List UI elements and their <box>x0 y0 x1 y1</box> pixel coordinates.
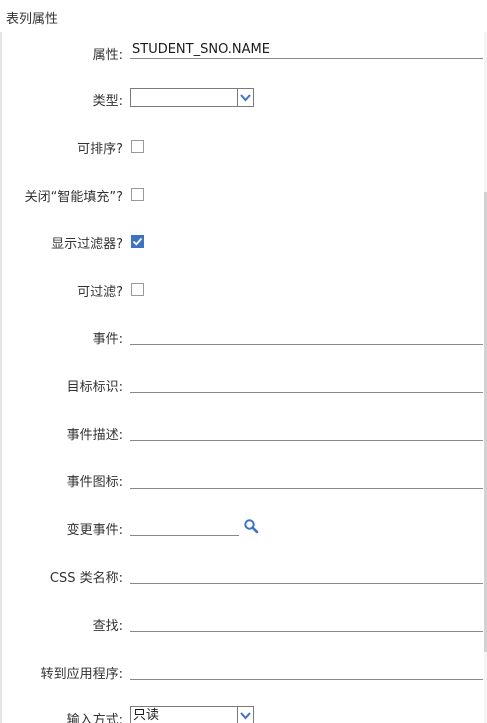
disable-autofill-label: 关闭“智能填充”? <box>24 190 123 205</box>
change-event-field[interactable] <box>130 519 239 536</box>
search-icon[interactable] <box>243 518 259 534</box>
panel-title: 表列属性 <box>6 12 59 27</box>
sortable-checkbox[interactable] <box>131 140 144 153</box>
type-select[interactable] <box>130 88 254 107</box>
chevron-down-icon <box>240 712 251 720</box>
disable-autofill-checkbox[interactable] <box>131 188 144 201</box>
checkmark-icon <box>132 237 143 246</box>
attribute-field[interactable]: STUDENT_SNO.NAME <box>130 42 483 59</box>
type-label: 类型: <box>92 94 123 109</box>
event-icon-field[interactable] <box>130 472 483 489</box>
type-dropdown-button[interactable] <box>237 88 254 107</box>
filterable-label: 可过滤? <box>77 285 123 300</box>
change-event-label: 变更事件: <box>66 523 123 538</box>
show-filter-label: 显示过滤器? <box>51 237 123 252</box>
table-column-properties-panel: 表列属性 属性: STUDENT_SNO.NAME 类型: 可排序? 关闭“智能… <box>0 0 487 723</box>
attribute-label: 属性: <box>92 48 123 63</box>
event-desc-label: 事件描述: <box>66 428 123 443</box>
goto-app-field[interactable] <box>130 663 483 680</box>
input-mode-dropdown-button[interactable] <box>237 706 254 723</box>
event-icon-label: 事件图标: <box>66 475 123 490</box>
event-label: 事件: <box>92 332 123 347</box>
lookup-field[interactable] <box>130 615 483 632</box>
filterable-checkbox[interactable] <box>131 283 144 296</box>
lookup-label: 查找: <box>92 619 123 634</box>
event-desc-field[interactable] <box>130 424 483 441</box>
target-id-label: 目标标识: <box>66 380 123 395</box>
event-field[interactable] <box>130 328 483 345</box>
input-mode-select-value: 只读 <box>133 708 160 723</box>
target-id-field[interactable] <box>130 376 483 393</box>
sortable-label: 可排序? <box>77 142 123 157</box>
panel-left-border <box>0 32 2 723</box>
show-filter-checkbox[interactable] <box>131 235 144 248</box>
css-class-field[interactable] <box>130 567 483 584</box>
goto-app-label: 转到应用程序: <box>40 667 123 682</box>
chevron-down-icon <box>240 94 251 102</box>
css-class-label: CSS 类名称: <box>49 571 123 586</box>
input-mode-label: 输入方式: <box>66 713 123 723</box>
input-mode-select[interactable]: 只读 <box>130 706 254 723</box>
